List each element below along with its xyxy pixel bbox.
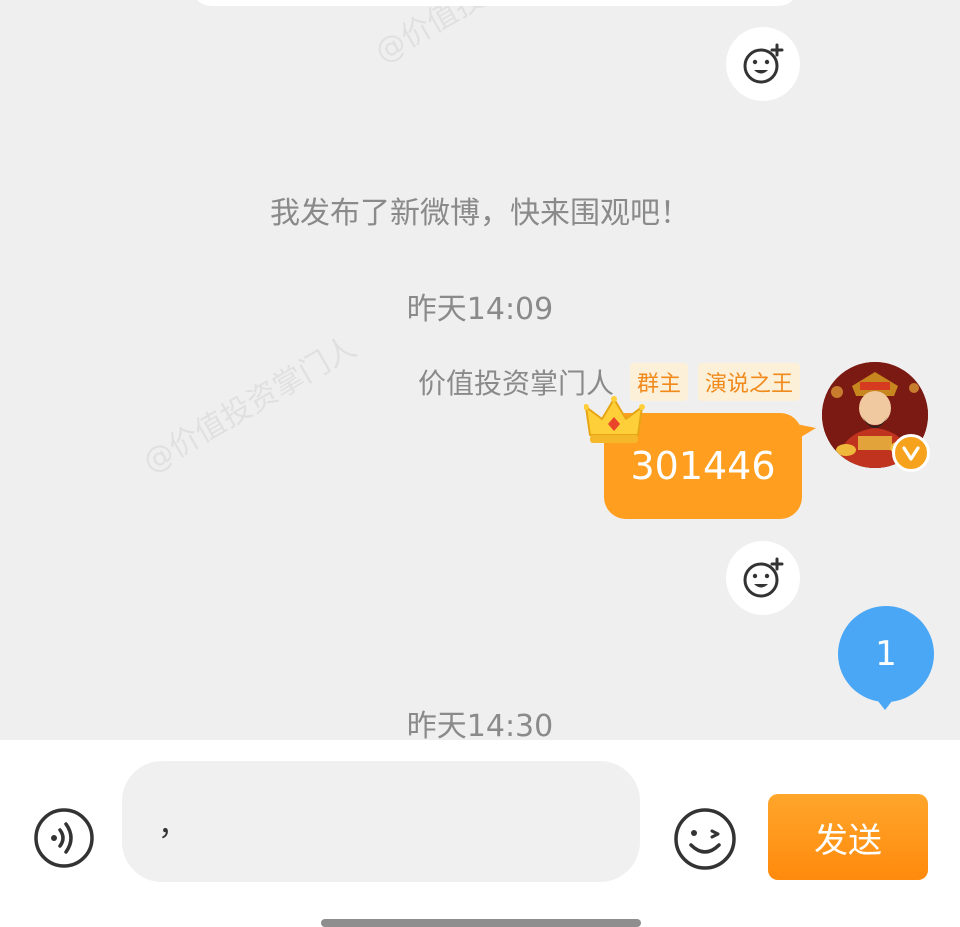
message-input[interactable]: ， xyxy=(122,761,640,882)
message-text: 301446 xyxy=(630,444,776,488)
system-message: 我发布了新微博，快来围观吧！ xyxy=(270,196,690,231)
emoji-icon xyxy=(674,808,736,870)
timestamp: 昨天14:30 xyxy=(406,709,554,744)
avatar[interactable] xyxy=(822,362,930,472)
send-button-label: 发送 xyxy=(814,820,882,861)
verified-v-icon xyxy=(902,446,920,461)
voice-icon xyxy=(34,808,94,868)
bubble-tail xyxy=(796,424,816,440)
add-reaction-icon xyxy=(743,557,784,598)
voice-button[interactable] xyxy=(32,806,96,870)
add-reaction-button[interactable] xyxy=(726,27,800,101)
emoji-button[interactable] xyxy=(672,806,738,872)
send-button[interactable]: 发送 xyxy=(768,794,928,880)
watermark: @价值投资掌门人 xyxy=(365,0,595,71)
add-reaction-button[interactable] xyxy=(726,541,800,615)
message-input-value: ， xyxy=(158,807,188,843)
previous-message-card[interactable] xyxy=(190,0,800,6)
home-indicator[interactable] xyxy=(321,919,641,927)
unread-count-badge[interactable]: 1 xyxy=(838,606,934,702)
unread-count: 1 xyxy=(875,634,897,674)
add-reaction-icon xyxy=(743,43,784,84)
verified-badge xyxy=(892,434,930,472)
watermark: @价值投资掌门人 xyxy=(137,329,363,481)
crown-icon xyxy=(584,396,645,443)
chat-screen: @价值投资掌门人 @价值投资掌门人 我发布了新微博，快来围观吧！ 昨天14:09… xyxy=(0,0,960,927)
timestamp: 昨天14:09 xyxy=(406,292,554,327)
title-badge: 演说之王 xyxy=(697,363,800,401)
